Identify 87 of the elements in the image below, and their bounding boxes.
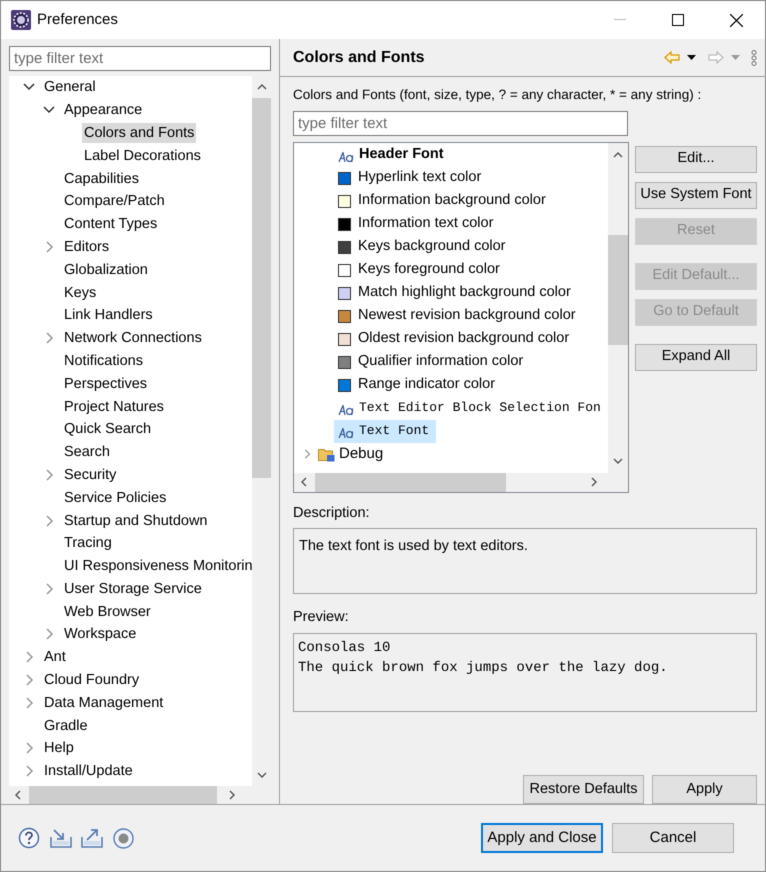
more-options-icon[interactable]	[751, 50, 757, 66]
tree-item[interactable]: Globalization	[62, 260, 150, 280]
list-item[interactable]: Header Font	[358, 144, 445, 166]
tree-item[interactable]: Editors	[62, 236, 112, 257]
tree-item[interactable]: Cloud Foundry	[42, 670, 142, 690]
tree-item[interactable]: Ant	[42, 647, 68, 668]
scroll-down-icon[interactable]	[256, 772, 266, 778]
record-icon[interactable]	[113, 828, 134, 848]
font-icon	[338, 404, 354, 414]
export-icon[interactable]	[81, 828, 103, 848]
preview-text: The quick brown fox jumps over the lazy dog.	[298, 659, 669, 678]
tree-item[interactable]: Network Connections	[62, 328, 204, 348]
tree-item[interactable]: Service Policies	[62, 488, 168, 508]
tree-item[interactable]: Compare/Patch	[62, 191, 167, 212]
tree-item[interactable]: Capabilities	[62, 168, 141, 189]
list-item[interactable]: Text Editor Block Selection Fon	[358, 398, 602, 418]
font-icon	[338, 428, 354, 438]
list-item[interactable]: Hyperlink text color	[357, 167, 482, 189]
tree-item[interactable]: Link Handlers	[62, 305, 155, 326]
help-icon[interactable]	[18, 827, 40, 849]
scroll-left-icon[interactable]	[301, 477, 307, 487]
back-arrow-icon[interactable]	[664, 51, 680, 64]
scroll-down-icon[interactable]	[613, 458, 623, 464]
tree-item[interactable]: Perspectives	[62, 374, 150, 394]
tree-item[interactable]: Keys	[62, 282, 98, 303]
description-label: Description:	[293, 504, 371, 522]
filter-label: Colors and Fonts (font, size, type, ? = any character, * = any string) :	[293, 86, 702, 104]
scroll-right-icon[interactable]	[229, 790, 235, 800]
page-title: Colors and Fonts	[293, 48, 425, 68]
action-button[interactable]: Restore Defaults	[523, 775, 644, 804]
maximize-icon[interactable]	[672, 14, 684, 26]
tree-item[interactable]: UI Responsiveness Monitorin	[62, 556, 252, 576]
action-button[interactable]: Use System Font	[635, 182, 757, 208]
preview-label: Preview:	[293, 608, 350, 628]
tree-item[interactable]: Security	[62, 464, 118, 485]
tree-item[interactable]: User Storage Service	[62, 578, 204, 599]
forward-arrow-icon[interactable]	[708, 51, 724, 64]
tree-item[interactable]: Tracing	[62, 533, 114, 554]
tree-item[interactable]: Web Browser	[62, 602, 153, 622]
font-icon	[338, 152, 354, 162]
scroll-left-icon[interactable]	[15, 790, 21, 800]
minimize-icon[interactable]	[614, 19, 626, 21]
tree-item[interactable]: Startup and Shutdown	[62, 510, 210, 530]
tree-item[interactable]: Project Natures	[62, 396, 166, 417]
window-title: Preferences	[37, 10, 118, 30]
folder-icon	[318, 446, 335, 462]
tree-item[interactable]: Workspace	[62, 624, 138, 644]
tree-item[interactable]: Colors and Fonts	[82, 122, 196, 143]
app-logo-icon	[11, 10, 31, 30]
tree-item[interactable]: Gradle	[42, 716, 90, 736]
list-item[interactable]: Information text color	[357, 213, 494, 235]
dialog-button[interactable]: Cancel	[612, 823, 734, 853]
scroll-right-icon[interactable]	[591, 477, 597, 487]
scroll-up-icon[interactable]	[613, 152, 623, 158]
list-item[interactable]: Match highlight background color	[357, 282, 572, 304]
tree-item[interactable]: General	[42, 77, 98, 98]
list-item[interactable]: Information background color	[357, 190, 547, 212]
tree-item[interactable]: Help	[42, 738, 76, 758]
list-item[interactable]: Range indicator color	[357, 374, 496, 396]
filter-field[interactable]: type filter text	[293, 110, 628, 136]
action-button[interactable]: Expand All	[635, 344, 757, 370]
tree-item[interactable]: Debug	[338, 442, 384, 466]
collapsed-chevron-icon[interactable]	[302, 449, 312, 459]
tree-item[interactable]: Install/Update	[42, 761, 135, 782]
preview-text: Consolas 10	[298, 639, 392, 658]
action-button[interactable]: Apply	[652, 775, 757, 804]
list-item[interactable]: Keys foreground color	[357, 259, 501, 281]
tree-item[interactable]: Content Types	[62, 214, 160, 234]
list-item[interactable]: Oldest revision background color	[357, 328, 570, 350]
list-item[interactable]: Newest revision background color	[357, 305, 577, 327]
action-button[interactable]: Edit...	[635, 146, 757, 172]
tree-item[interactable]: Data Management	[42, 692, 166, 713]
description-text: The text font is used by text editors.	[299, 538, 528, 554]
scroll-up-icon[interactable]	[256, 84, 266, 90]
tree-item[interactable]: Search	[62, 442, 112, 462]
list-item[interactable]: Keys background color	[357, 236, 506, 258]
dialog-button[interactable]: Apply and Close	[481, 823, 603, 853]
filter-field[interactable]: type filter text	[9, 46, 271, 71]
tree-item[interactable]: Label Decorations	[82, 146, 203, 166]
list-item[interactable]: Qualifier information color	[357, 351, 524, 373]
close-icon[interactable]	[730, 14, 742, 26]
selected-row[interactable]: Text Font	[334, 420, 436, 442]
tree-item[interactable]: Quick Search	[62, 419, 154, 440]
dropdown-icon[interactable]	[687, 55, 696, 60]
tree-item[interactable]: Notifications	[62, 350, 145, 371]
import-icon[interactable]	[50, 828, 72, 848]
tree-item[interactable]: Appearance	[62, 100, 144, 120]
